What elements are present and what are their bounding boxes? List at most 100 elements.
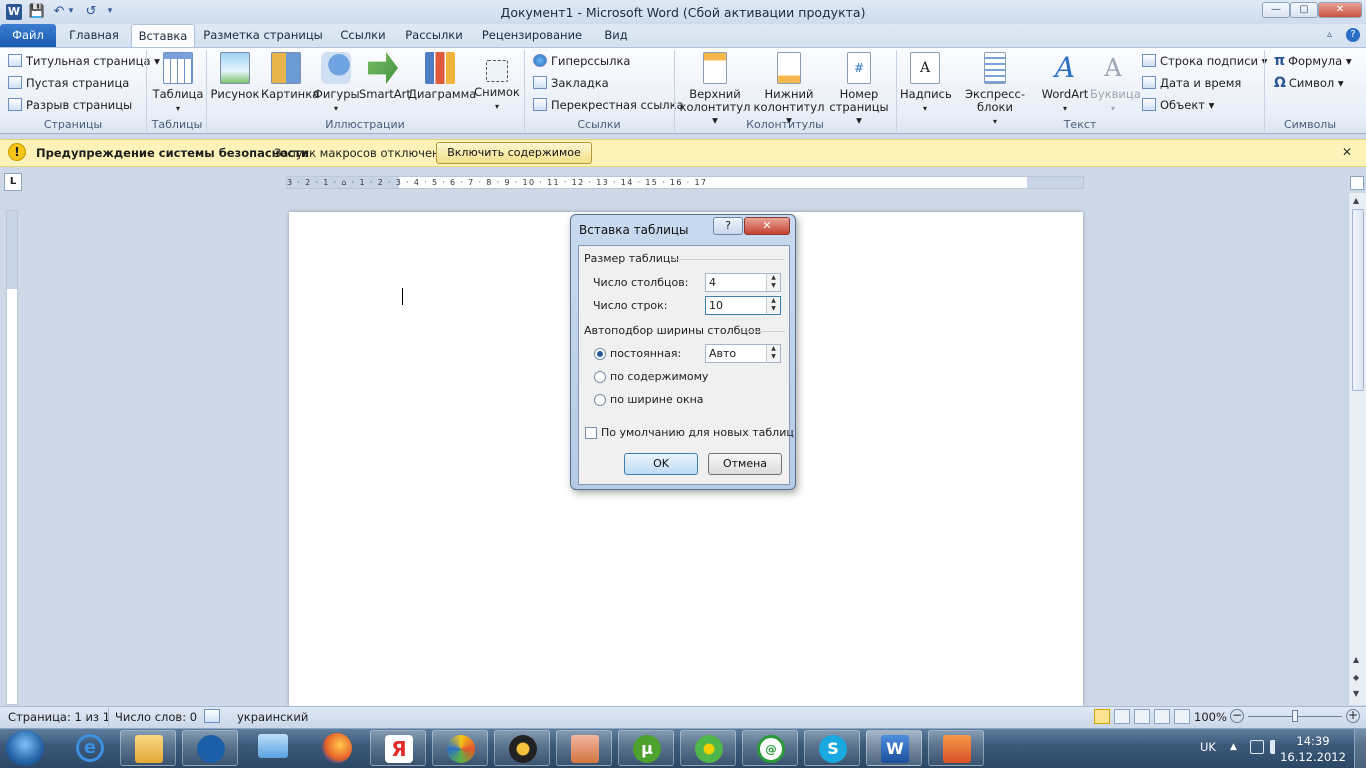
- picture-button[interactable]: Рисунок: [210, 52, 260, 101]
- spin-arrows-icon[interactable]: ▲ ▼: [766, 345, 780, 362]
- maximize-button[interactable]: ▢: [1290, 2, 1318, 18]
- columns-value[interactable]: 4: [709, 276, 716, 289]
- bookmark-button[interactable]: Закладка: [533, 73, 609, 93]
- taskbar-paint[interactable]: [556, 730, 612, 766]
- draft-icon[interactable]: [1174, 709, 1190, 724]
- rows-value[interactable]: 10: [709, 299, 723, 312]
- taskbar-office[interactable]: [928, 730, 984, 766]
- taskbar-icq[interactable]: [680, 730, 736, 766]
- tab-insert[interactable]: Вставка: [131, 24, 195, 47]
- view-ruler-icon[interactable]: [1350, 176, 1364, 190]
- tab-review[interactable]: Рецензирование: [476, 24, 588, 47]
- default-checkbox[interactable]: [585, 427, 597, 439]
- blank-page-button[interactable]: Пустая страница: [8, 73, 129, 93]
- footer-button[interactable]: Нижний колонтитул ▾: [752, 52, 826, 127]
- taskbar-skype[interactable]: S: [804, 730, 860, 766]
- clipart-button[interactable]: Картинка: [261, 52, 319, 101]
- screenshot-button[interactable]: Снимок ▾: [472, 52, 522, 113]
- object-button[interactable]: Объект ▾: [1142, 95, 1214, 115]
- help-icon[interactable]: ?: [1346, 28, 1360, 42]
- equation-button[interactable]: π Формула ▾: [1274, 51, 1352, 71]
- symbol-button[interactable]: Ω Символ ▾: [1274, 73, 1344, 93]
- taskbar-explorer[interactable]: [120, 730, 176, 766]
- security-bar-close-icon[interactable]: ✕: [1342, 145, 1352, 159]
- tab-view[interactable]: Вид: [598, 24, 634, 47]
- taskbar-media[interactable]: [494, 730, 550, 766]
- signature-line-button[interactable]: Строка подписи ▾: [1142, 51, 1267, 71]
- page-number-button[interactable]: # Номер страницы ▾: [826, 52, 892, 127]
- taskbar-hp[interactable]: [182, 730, 238, 766]
- clock-time[interactable]: 14:39: [1286, 734, 1340, 748]
- tab-home[interactable]: Главная: [62, 24, 126, 47]
- autofit-content-radio[interactable]: [594, 371, 606, 383]
- hyperlink-button[interactable]: Гиперссылка: [533, 51, 630, 71]
- mail-icon[interactable]: [258, 734, 288, 758]
- rows-spinner[interactable]: 10 ▲ ▼: [705, 296, 781, 315]
- quick-parts-button[interactable]: Экспресс-блоки ▾: [950, 52, 1040, 128]
- page-count[interactable]: Страница: 1 из 1: [8, 710, 110, 724]
- fixed-width-spinner[interactable]: Авто ▲ ▼: [705, 344, 781, 363]
- cancel-button[interactable]: Отмена: [708, 453, 782, 475]
- dialog-close-button[interactable]: ✕: [744, 217, 790, 235]
- minimize-ribbon-icon[interactable]: ▵: [1327, 29, 1339, 41]
- scrollbar-thumb[interactable]: [1352, 209, 1364, 391]
- tab-references[interactable]: Ссылки: [334, 24, 392, 47]
- spelling-check-icon[interactable]: [204, 709, 220, 723]
- enable-content-button[interactable]: Включить содержимое: [436, 142, 592, 164]
- columns-spinner[interactable]: 4 ▲ ▼: [705, 273, 781, 292]
- next-page-icon[interactable]: ▼: [1353, 689, 1359, 698]
- taskbar-mail-agent[interactable]: @: [742, 730, 798, 766]
- fixed-width-value[interactable]: Авто: [709, 347, 736, 360]
- tray-expand-icon[interactable]: ▲: [1230, 742, 1237, 752]
- date-time-button[interactable]: Дата и время: [1142, 73, 1241, 93]
- internet-explorer-icon[interactable]: e: [76, 734, 104, 762]
- spin-arrows-icon[interactable]: ▲ ▼: [766, 297, 780, 314]
- tab-file[interactable]: Файл: [0, 24, 56, 47]
- zoom-in-icon[interactable]: +: [1346, 709, 1360, 723]
- show-desktop-button[interactable]: [1354, 729, 1366, 768]
- chart-button[interactable]: Диаграмма: [408, 52, 476, 101]
- horizontal-ruler[interactable]: 3 · 2 · 1 · ⌂ · 1 · 2 · 3 · 4 · 5 · 6 · …: [286, 176, 1084, 189]
- taskbar-yandex[interactable]: Я: [370, 730, 426, 766]
- zoom-out-icon[interactable]: −: [1230, 709, 1244, 723]
- fixed-width-radio[interactable]: [594, 348, 606, 360]
- wordart-button[interactable]: A WordArt ▾: [1040, 52, 1090, 115]
- tab-page-layout[interactable]: Разметка страницы: [203, 24, 323, 47]
- language-indicator[interactable]: украинский: [237, 710, 308, 724]
- zoom-slider-thumb[interactable]: [1292, 710, 1298, 722]
- dialog-help-button[interactable]: ?: [713, 217, 743, 235]
- header-button[interactable]: Верхний колонтитул ▾: [678, 52, 752, 127]
- scroll-down-icon[interactable]: ▲: [1353, 655, 1359, 664]
- word-count[interactable]: Число слов: 0: [115, 710, 197, 724]
- cross-reference-button[interactable]: Перекрестная ссылка: [533, 95, 684, 115]
- zoom-level[interactable]: 100%: [1194, 710, 1227, 724]
- full-screen-reading-icon[interactable]: [1114, 709, 1130, 724]
- previous-page-icon[interactable]: ◆: [1353, 673, 1359, 682]
- shapes-button[interactable]: Фигуры ▾: [313, 52, 360, 115]
- vertical-ruler[interactable]: [6, 210, 18, 705]
- close-button[interactable]: ✕: [1318, 2, 1362, 18]
- taskbar-word[interactable]: W: [866, 730, 922, 766]
- taskbar-app[interactable]: [432, 730, 488, 766]
- outline-icon[interactable]: [1154, 709, 1170, 724]
- smartart-button[interactable]: SmartArt: [359, 52, 411, 101]
- tab-selector[interactable]: L: [4, 173, 22, 191]
- web-layout-icon[interactable]: [1134, 709, 1150, 724]
- vertical-scrollbar[interactable]: ▲ ▲ ◆ ▼: [1348, 193, 1366, 705]
- network-icon[interactable]: [1250, 740, 1264, 754]
- ok-button[interactable]: OK: [624, 453, 698, 475]
- page-break-button[interactable]: Разрыв страницы: [8, 95, 132, 115]
- minimize-button[interactable]: —: [1262, 2, 1290, 18]
- clock-date[interactable]: 16.12.2012: [1280, 750, 1346, 764]
- firefox-icon[interactable]: [322, 733, 352, 763]
- dropcap-button[interactable]: A Буквица ▾: [1090, 52, 1141, 115]
- start-button[interactable]: [6, 730, 44, 766]
- spin-arrows-icon[interactable]: ▲ ▼: [766, 274, 780, 291]
- print-layout-icon[interactable]: [1094, 709, 1110, 724]
- taskbar-utorrent[interactable]: µ: [618, 730, 674, 766]
- keyboard-language[interactable]: UK: [1200, 740, 1216, 754]
- table-button[interactable]: Таблица ▾: [150, 52, 206, 115]
- scroll-up-icon[interactable]: ▲: [1353, 196, 1359, 205]
- autofit-window-radio[interactable]: [594, 394, 606, 406]
- cover-page-button[interactable]: Титульная страница ▾: [8, 51, 160, 71]
